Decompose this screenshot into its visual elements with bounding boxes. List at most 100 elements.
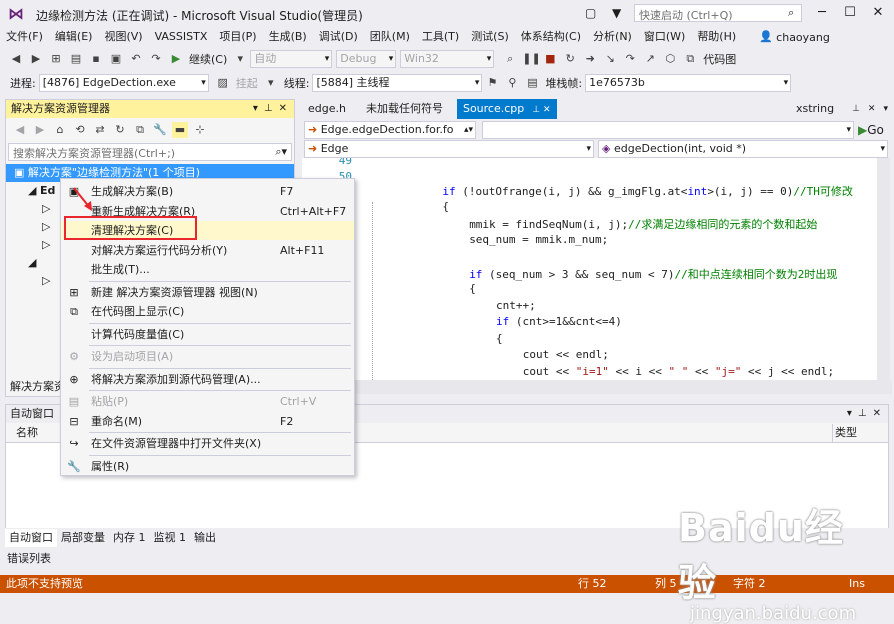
dropdown-icon[interactable]: ▾ <box>232 51 248 67</box>
copy-icon[interactable]: ⧉ <box>132 122 148 138</box>
context-menu-item[interactable]: 对解决方案运行代码分析(Y) Alt+F11 <box>61 241 354 260</box>
menu-item[interactable]: 工具(T) <box>416 28 465 46</box>
tab-list-dropdown-icon[interactable]: ▾ <box>883 104 888 114</box>
history-icon[interactable]: ⟲ <box>72 122 88 138</box>
context-menu-item[interactable]: ⚙ 设为启动项目(A) <box>61 347 354 366</box>
context-menu-item[interactable]: ▣ 生成解决方案(B) F7 <box>61 182 354 201</box>
toggle-threads-icon[interactable]: ▤ <box>524 75 540 91</box>
pause-icon[interactable]: ❚❚ <box>522 51 540 67</box>
menu-item[interactable]: 测试(S) <box>465 28 515 46</box>
menu-item[interactable]: 团队(M) <box>364 28 416 46</box>
collapse-icon[interactable]: ▬ <box>172 122 188 138</box>
solution-explorer-search-input[interactable]: 搜索解决方案资源管理器(Ctrl+;) ⌕▾ <box>8 143 292 161</box>
sync-icon[interactable]: ⇄ <box>92 122 108 138</box>
expand-arrow-icon[interactable]: ▷ <box>42 202 50 215</box>
class-combo[interactable]: ➜ Edge ▾ <box>304 140 594 158</box>
editor-tab[interactable]: 未加载任何符号 <box>360 99 457 119</box>
editor-horizontal-scrollbar[interactable] <box>302 380 892 394</box>
editor-tab[interactable]: Source.cpp ⊥ ✕ <box>456 99 557 119</box>
context-menu-item[interactable]: ⊕ 将解决方案添加到源代码管理(A)... <box>61 370 354 389</box>
quick-launch-input[interactable]: 快速启动 (Ctrl+Q) <box>634 4 802 22</box>
suspend-button[interactable]: 挂起 <box>236 75 258 91</box>
menu-item[interactable]: 分析(N) <box>587 28 638 46</box>
continue-icon[interactable]: ▶ <box>168 51 184 67</box>
menu-item[interactable]: 视图(V) <box>98 28 148 46</box>
go-button[interactable]: ▶ Go <box>858 123 884 137</box>
platform-combo[interactable]: Win32 ▾ <box>400 50 495 68</box>
dropdown-icon[interactable]: ▾ <box>263 75 279 91</box>
step-out-icon[interactable]: ↗ <box>642 51 658 67</box>
dropdown-icon[interactable]: ▾ <box>253 100 258 118</box>
minimize-button[interactable]: ─ <box>808 3 836 23</box>
pin-icon[interactable]: ⊥ <box>858 405 867 423</box>
debug-tab[interactable]: 监视 1 <box>150 529 191 547</box>
undo-icon[interactable]: ↶ <box>128 51 144 67</box>
menu-item[interactable]: 文件(F) <box>0 28 49 46</box>
solution-config-combo[interactable]: 自动 ▾ <box>250 50 333 68</box>
restart-icon[interactable]: ↻ <box>562 51 578 67</box>
find-icon[interactable]: ⌕ <box>502 51 518 67</box>
open-file-icon[interactable]: ▤ <box>68 51 84 67</box>
context-menu-item[interactable]: 计算代码度量值(C) <box>61 325 354 344</box>
back-icon[interactable]: ◀ <box>8 51 24 67</box>
close-icon[interactable]: ⊥ ✕ <box>532 105 550 115</box>
editor-tab[interactable]: edge.h <box>302 99 360 119</box>
maximize-button[interactable]: ☐ <box>836 3 864 23</box>
menu-item[interactable]: 帮助(H) <box>691 28 742 46</box>
suspend-icon[interactable]: ▨ <box>215 75 231 91</box>
home-icon[interactable]: ⌂ <box>52 122 68 138</box>
debug-tab[interactable]: 内存 1 <box>109 529 150 547</box>
menu-item[interactable]: VASSISTX <box>149 28 214 46</box>
debug-tab[interactable]: 输出 <box>190 529 220 547</box>
feedback-icon[interactable]: ▢ <box>585 6 596 20</box>
user-account[interactable]: 👤 chaoyang <box>756 29 830 45</box>
scope-combo[interactable]: ➜ Edge.edgeDection.for.fo ▴▾ <box>304 121 476 139</box>
debug-tab[interactable]: 局部变量 <box>57 529 109 547</box>
step-into-icon[interactable]: ↘ <box>602 51 618 67</box>
context-menu-item[interactable]: 🔧 属性(R) <box>61 457 354 476</box>
column-type[interactable]: 类型 <box>832 424 857 442</box>
forward-icon[interactable]: ▶ <box>32 122 48 138</box>
save-icon[interactable]: ▪ <box>88 51 104 67</box>
expand-arrow-icon[interactable]: ◢ <box>28 184 40 197</box>
context-menu-item[interactable]: ⊟ 重命名(M) F2 <box>61 412 354 431</box>
code-editor[interactable]: 49 50 if (!outOfrange(i, j) && g_imgFlg.a… <box>302 158 877 380</box>
process-combo[interactable]: [4876] EdgeDection.exe ▾ <box>38 74 209 92</box>
hex-icon[interactable]: ⬡ <box>662 51 678 67</box>
context-menu-item[interactable]: ▤ 粘贴(P) Ctrl+V <box>61 392 354 411</box>
expand-arrow-icon[interactable]: ◢ <box>28 256 36 269</box>
column-name[interactable]: 名称 <box>16 424 38 442</box>
codemap-button[interactable]: 代码图 <box>703 51 736 67</box>
back-icon[interactable]: ◀ <box>12 122 28 138</box>
new-project-icon[interactable]: ⊞ <box>48 51 64 67</box>
codemap-icon[interactable]: ⧉ <box>682 51 698 67</box>
context-menu-item[interactable]: 批生成(T)... <box>61 260 354 279</box>
continue-button[interactable]: 继续(C) <box>189 51 227 67</box>
pin-icon[interactable]: ⊥ <box>264 100 273 118</box>
pin-icon[interactable]: ⊥ <box>852 104 860 114</box>
expand-arrow-icon[interactable]: ▷ <box>42 238 50 251</box>
flag-icon[interactable]: ⚑ <box>484 75 500 91</box>
expand-arrow-icon[interactable]: ▷ <box>42 220 50 233</box>
tab-error-list[interactable]: 错误列表 <box>5 550 53 568</box>
editor-vertical-scrollbar[interactable] <box>877 158 890 380</box>
save-all-icon[interactable]: ▣ <box>108 51 124 67</box>
menu-item[interactable]: 体系结构(C) <box>515 28 587 46</box>
menu-item[interactable]: 生成(B) <box>263 28 313 46</box>
menu-item[interactable]: 项目(P) <box>213 28 262 46</box>
wrench-icon[interactable]: 🔧 <box>152 122 168 138</box>
notification-filter-icon[interactable]: ▼ <box>612 6 621 20</box>
thread-combo[interactable]: [5884] 主线程 ▾ <box>312 74 483 92</box>
menu-item[interactable]: 窗口(W) <box>638 28 691 46</box>
member-combo[interactable]: ◈ edgeDection(int, void *) ▾ <box>598 140 888 158</box>
debug-tab[interactable]: 自动窗口 <box>5 529 57 547</box>
show-next-statement-icon[interactable]: ➜ <box>582 51 598 67</box>
expand-arrow-icon[interactable]: ▷ <box>42 274 50 287</box>
redo-icon[interactable]: ↷ <box>148 51 164 67</box>
close-button[interactable]: ✕ <box>864 3 892 23</box>
dropdown-icon[interactable]: ▾ <box>847 405 852 423</box>
stackframe-combo[interactable]: 1e76573b ▾ <box>585 74 792 92</box>
close-icon[interactable]: ✕ <box>873 405 881 423</box>
context-menu-item[interactable]: ⧉ 在代码图上显示(C) <box>61 302 354 321</box>
refresh-icon[interactable]: ↻ <box>112 122 128 138</box>
